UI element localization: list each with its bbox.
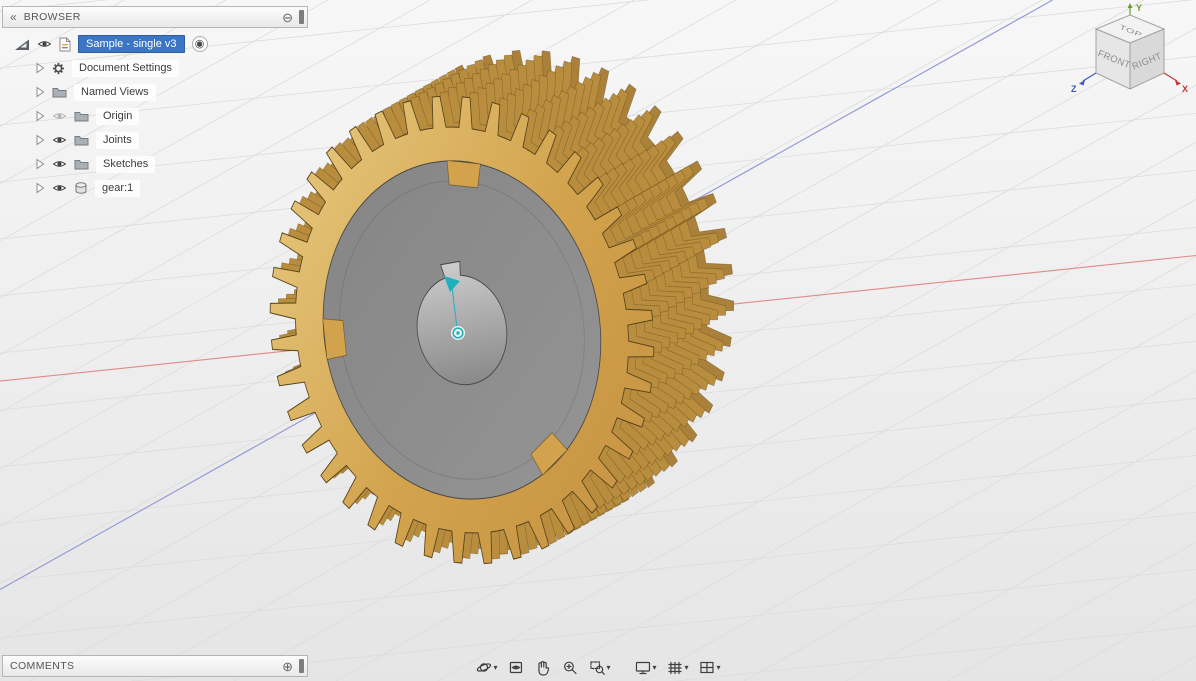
comments-panel[interactable]: COMMENTS ⊕ bbox=[2, 655, 308, 677]
viewcube[interactable]: Y TOP FRONT RIGHT X Z bbox=[1068, 2, 1192, 106]
viewcube-z-label: Z bbox=[1071, 84, 1077, 94]
browser-row-origin[interactable]: Origin bbox=[2, 104, 308, 128]
browser-title: BROWSER bbox=[23, 11, 81, 23]
expand-arrow-icon[interactable] bbox=[35, 62, 45, 74]
browser-row-gear-component[interactable]: gear:1 bbox=[2, 176, 308, 200]
expand-arrow-icon[interactable] bbox=[35, 182, 45, 194]
look-at-icon bbox=[509, 661, 523, 674]
viewports-icon bbox=[700, 661, 714, 674]
collapse-panel-icon[interactable]: « bbox=[10, 11, 17, 23]
look-at-button[interactable] bbox=[504, 657, 527, 678]
browser-row-document-settings[interactable]: Document Settings bbox=[2, 56, 308, 80]
navigation-toolbar: ▾ ▾ ▾ ▾ ▾ bbox=[472, 657, 723, 678]
pan-button[interactable] bbox=[531, 657, 554, 678]
dropdown-caret-icon[interactable]: ▾ bbox=[717, 663, 721, 672]
drafting-triangle-icon bbox=[15, 39, 29, 50]
browser-item-label[interactable]: Joints bbox=[96, 131, 139, 149]
pan-hand-icon bbox=[538, 661, 550, 676]
document-icon bbox=[59, 37, 71, 51]
browser-header[interactable]: « BROWSER ⊖ bbox=[2, 6, 308, 28]
visibility-eye-icon[interactable] bbox=[52, 183, 67, 193]
panel-drag-handle[interactable] bbox=[299, 10, 304, 24]
browser-item-label[interactable]: Sample - single v3 bbox=[78, 35, 185, 53]
zoom-window-fit-button[interactable]: ▾ bbox=[585, 657, 613, 678]
browser-item-label[interactable]: Origin bbox=[96, 107, 140, 125]
x-axis-stub bbox=[1163, 72, 1178, 82]
fusion-window: « BROWSER ⊖ Sample - single v3 ◉ Documen… bbox=[0, 0, 1196, 681]
dropdown-caret-icon[interactable]: ▾ bbox=[652, 663, 656, 672]
dropdown-caret-icon[interactable]: ▾ bbox=[493, 663, 497, 672]
expand-arrow-icon[interactable] bbox=[35, 158, 45, 170]
viewcube-y-label: Y bbox=[1136, 3, 1142, 13]
z-axis-arrow-icon bbox=[1079, 80, 1085, 86]
browser-item-label[interactable]: Named Views bbox=[74, 83, 156, 101]
add-comment-icon[interactable]: ⊕ bbox=[282, 660, 293, 673]
browser-row-sketches[interactable]: Sketches bbox=[2, 152, 308, 176]
browser-row-root[interactable]: Sample - single v3 ◉ bbox=[2, 32, 308, 56]
browser-item-label[interactable]: Sketches bbox=[96, 155, 156, 173]
browser-row-named-views[interactable]: Named Views bbox=[2, 80, 308, 104]
component-icon bbox=[75, 182, 87, 194]
visibility-eye-icon[interactable] bbox=[52, 111, 67, 121]
browser-item-label[interactable]: gear:1 bbox=[95, 179, 141, 197]
comments-title: COMMENTS bbox=[10, 660, 75, 672]
grid-icon bbox=[668, 661, 682, 675]
visibility-eye-icon[interactable] bbox=[37, 39, 52, 49]
browser-item-label[interactable]: Document Settings bbox=[72, 59, 179, 77]
dropdown-caret-icon[interactable]: ▾ bbox=[685, 663, 689, 672]
browser-row-joints[interactable]: Joints bbox=[2, 128, 308, 152]
expand-arrow-icon[interactable] bbox=[35, 110, 45, 122]
zoom-window-icon bbox=[590, 661, 605, 675]
zoom-icon bbox=[564, 661, 577, 675]
expand-arrow-icon[interactable] bbox=[35, 134, 45, 146]
expand-arrow-icon[interactable] bbox=[35, 86, 45, 98]
gear-icon bbox=[52, 62, 65, 74]
folder-icon bbox=[74, 160, 89, 170]
folder-icon bbox=[74, 112, 89, 122]
grid-and-snaps-button[interactable]: ▾ bbox=[664, 657, 692, 678]
orbit-icon bbox=[476, 663, 492, 672]
visibility-eye-icon[interactable] bbox=[52, 135, 67, 145]
minimize-panel-icon[interactable]: ⊖ bbox=[282, 11, 293, 24]
orbit-button[interactable]: ▾ bbox=[472, 657, 500, 678]
viewcube-x-label: X bbox=[1182, 84, 1188, 94]
folder-icon bbox=[52, 88, 67, 98]
display-settings-button[interactable]: ▾ bbox=[631, 657, 659, 678]
display-settings-icon bbox=[635, 661, 651, 675]
activate-component-radio[interactable]: ◉ bbox=[191, 36, 208, 52]
x-axis-arrow-icon bbox=[1175, 80, 1181, 86]
folder-icon bbox=[74, 136, 89, 146]
panel-drag-handle[interactable] bbox=[299, 659, 304, 673]
y-axis-arrow-icon bbox=[1127, 3, 1133, 8]
browser-tree: Sample - single v3 ◉ Document Settings N… bbox=[2, 32, 308, 200]
dropdown-caret-icon[interactable]: ▾ bbox=[606, 663, 610, 672]
viewports-button[interactable]: ▾ bbox=[696, 657, 724, 678]
zoom-button[interactable] bbox=[558, 657, 581, 678]
visibility-eye-icon[interactable] bbox=[52, 159, 67, 169]
z-axis-stub bbox=[1082, 72, 1097, 82]
